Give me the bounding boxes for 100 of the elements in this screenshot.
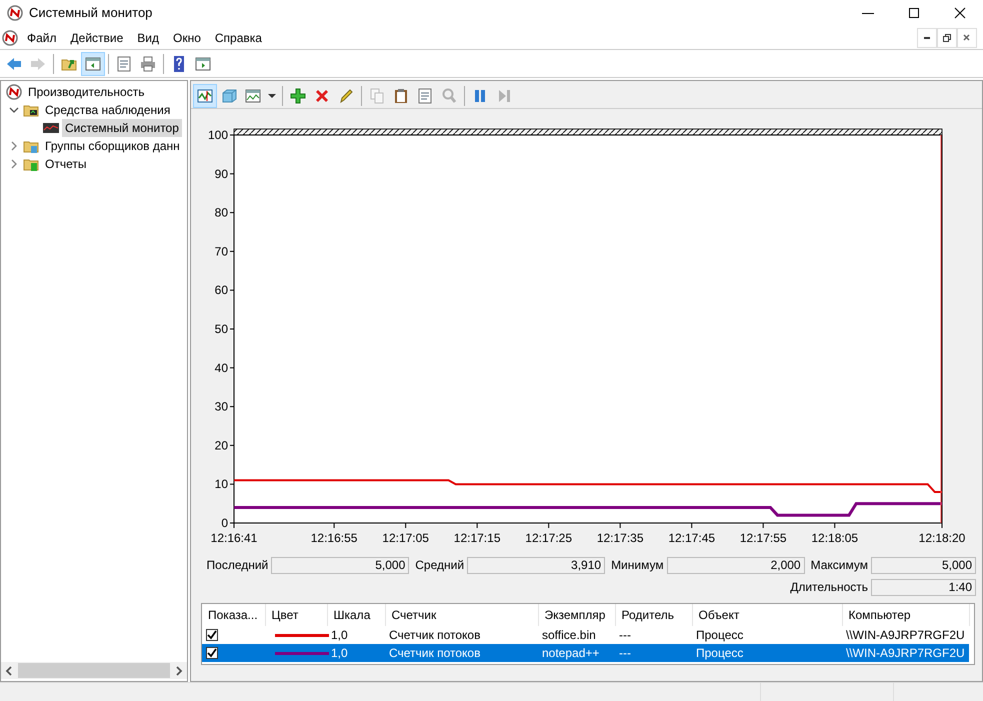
column-header[interactable]: Цвет xyxy=(265,604,327,626)
x-tick xyxy=(691,522,692,528)
properties-icon xyxy=(417,88,433,104)
stat-value-field: 1:40 xyxy=(871,578,976,596)
clipboard-icon xyxy=(393,88,409,104)
menu-item[interactable]: Файл xyxy=(20,26,64,48)
checkbox[interactable] xyxy=(206,647,218,659)
stat-value-field: 3,910 xyxy=(467,556,606,574)
app-icon xyxy=(2,30,18,46)
x-tick xyxy=(334,522,335,528)
tree-pane-icon xyxy=(85,56,101,72)
x-tick xyxy=(476,522,478,528)
y-tick xyxy=(230,367,234,368)
y-tick xyxy=(230,484,234,485)
minimize-button[interactable] xyxy=(917,28,937,48)
column-header[interactable]: Компьютер xyxy=(842,604,969,626)
column-header[interactable]: Счетчик xyxy=(385,604,538,626)
magnifier-icon xyxy=(441,88,457,104)
y-tick-label: 0 xyxy=(221,516,228,530)
y-tick xyxy=(230,134,234,136)
horizontal-scrollbar[interactable] xyxy=(1,662,187,679)
y-tick xyxy=(230,444,234,446)
x-tick xyxy=(620,522,621,528)
maximize-icon xyxy=(908,7,920,19)
menu-item[interactable]: Справка xyxy=(208,26,269,48)
menu-item[interactable]: Действие xyxy=(64,26,130,48)
toolbar-button[interactable] xyxy=(81,52,105,76)
stat-label: Средний xyxy=(415,557,464,574)
line-graph-icon xyxy=(197,88,213,104)
x-tick-label: 12:18:20 xyxy=(918,531,966,545)
menu-item[interactable]: Вид xyxy=(130,26,166,48)
x-tick-label: 12:17:05 xyxy=(382,531,429,545)
pencil-icon xyxy=(338,88,354,104)
report-graph-icon xyxy=(245,88,261,104)
column-header[interactable]: Экземпляр xyxy=(538,604,615,626)
tree-item[interactable]: Производительность xyxy=(25,83,148,101)
y-tick xyxy=(230,212,234,214)
y-tick xyxy=(230,522,234,524)
x-tick-label: 12:17:55 xyxy=(740,531,787,545)
menu-item[interactable]: Окно xyxy=(166,26,208,48)
tree-item[interactable]: Системный монитор xyxy=(62,119,182,137)
cube-icon xyxy=(221,88,237,104)
column-header[interactable]: Объект xyxy=(692,604,842,626)
caret-icon xyxy=(267,92,277,98)
panel-icon xyxy=(195,56,211,72)
scroll-left-icon xyxy=(4,666,14,676)
stat-value-field: 2,000 xyxy=(666,556,805,574)
close-icon xyxy=(954,7,966,19)
x-tick-label: 12:17:15 xyxy=(454,531,500,545)
y-tick xyxy=(230,406,234,408)
x-tick-label: 12:17:25 xyxy=(525,531,572,545)
minimize-icon xyxy=(924,36,930,38)
table-cell: Счетчик потоков xyxy=(389,628,480,642)
scroll-right-icon xyxy=(174,666,184,676)
stat-label: Длительность xyxy=(790,579,868,596)
add-icon xyxy=(290,88,306,104)
x-tick xyxy=(405,522,406,528)
tree-item[interactable]: Отчеты xyxy=(42,155,90,173)
stat-label: Минимум xyxy=(611,557,664,574)
window-title: Системный монитор xyxy=(29,4,152,22)
stat-value-field: 5,000 xyxy=(271,556,410,574)
back-arrow-icon xyxy=(6,56,22,72)
y-tick-label: 80 xyxy=(214,206,228,220)
y-tick-label: 100 xyxy=(208,128,228,142)
app-icon xyxy=(7,5,23,21)
x-tick-label: 12:18:05 xyxy=(811,531,858,545)
pause-icon xyxy=(472,88,488,104)
y-tick xyxy=(230,328,234,330)
table-cell: \\WIN-A9JRP7RGF2U xyxy=(846,628,965,642)
table-cell: 1,0 xyxy=(331,646,348,660)
x-tick xyxy=(762,522,764,528)
x-tick-label: 12:17:35 xyxy=(596,531,644,545)
close-icon xyxy=(962,32,972,42)
column-header[interactable]: Показа... xyxy=(202,604,265,626)
counter-row[interactable]: 1,0 Счетчик потоков notepad++ --- Процесс \\WIN-A9JRP7RGF2U xyxy=(202,644,969,662)
stat-label: Последний xyxy=(206,557,268,574)
y-tick-label: 20 xyxy=(214,438,228,452)
copy-icon xyxy=(369,88,385,104)
forward-arrow-icon xyxy=(30,56,46,72)
y-tick xyxy=(230,290,234,291)
column-header[interactable]: Родитель xyxy=(615,604,692,626)
performance-icon xyxy=(6,84,22,100)
checkbox[interactable] xyxy=(206,629,218,641)
toolbar-button[interactable] xyxy=(193,84,217,108)
tree-item[interactable]: Группы сборщиков данн xyxy=(42,137,183,155)
tree-item[interactable]: Средства наблюдения xyxy=(42,101,174,119)
table-cell: notepad++ xyxy=(542,646,600,660)
x-tick xyxy=(834,522,836,528)
restore-button[interactable] xyxy=(937,28,957,48)
column-header[interactable]: Шкала xyxy=(327,604,385,626)
help-icon xyxy=(171,56,187,72)
y-tick-label: 90 xyxy=(214,166,228,181)
x-tick-label: 12:16:55 xyxy=(310,531,358,545)
counter-row[interactable]: 1,0 Счетчик потоков soffice.bin --- Процесс \\WIN-A9JRP7RGF2U xyxy=(202,626,969,644)
x-tick-label: 12:16:41 xyxy=(210,531,258,545)
x-tick xyxy=(548,522,550,528)
y-tick-label: 60 xyxy=(214,283,228,298)
y-tick-label: 30 xyxy=(214,400,228,414)
table-cell: Процесс xyxy=(696,628,744,642)
x-tick-label: 12:17:45 xyxy=(668,531,716,545)
